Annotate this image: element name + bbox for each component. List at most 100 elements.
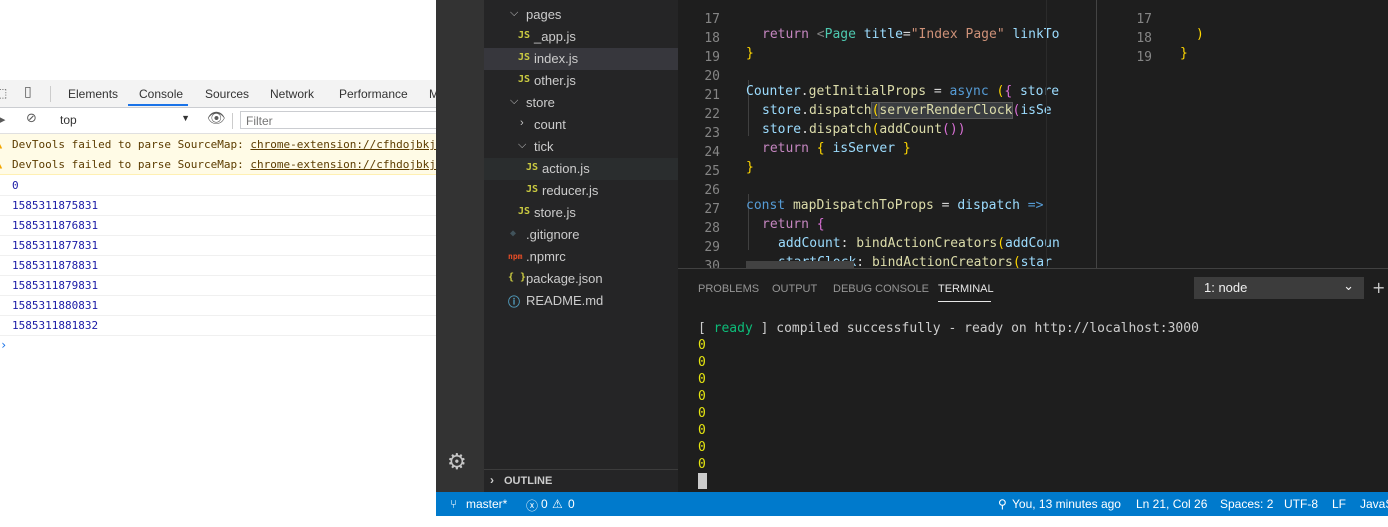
terminal-output-line: 0 <box>698 406 706 421</box>
tree-label: other.js <box>534 73 576 88</box>
tree-folder-tick[interactable]: ⌵ tick <box>484 136 678 158</box>
chevron-down-icon: ⌄ <box>1343 278 1354 293</box>
tree-file-reducer[interactable]: JS reducer.js <box>484 180 678 202</box>
gear-icon[interactable]: ⚙ <box>447 450 467 475</box>
tree-folder-pages[interactable]: ⌵ pages <box>484 4 678 26</box>
terminal-output-line: 0 <box>698 338 706 353</box>
code-line: 23 return { isServer } <box>678 111 1388 156</box>
cursor-position[interactable]: Ln 21, Col 26 <box>1136 497 1207 511</box>
console-log-row: 1585311879831 <box>0 275 436 296</box>
code-line: 18 } <box>1118 16 1388 61</box>
language-mode[interactable]: JavaS <box>1360 497 1388 511</box>
tree-file-action[interactable]: JS action.js <box>484 158 678 180</box>
terminal-cursor[interactable] <box>698 473 707 489</box>
tab-console[interactable]: Console <box>139 87 183 101</box>
tab-sources[interactable]: Sources <box>205 87 249 101</box>
error-count[interactable]: 0 <box>541 497 548 511</box>
inspect-element-icon[interactable]: ⬚ <box>0 87 7 99</box>
context-selector[interactable]: top ▼ <box>54 112 194 129</box>
tree-file-other[interactable]: JS other.js <box>484 70 678 92</box>
tab-terminal[interactable]: TERMINAL <box>938 283 994 295</box>
caret-down-icon: ▼ <box>181 113 190 123</box>
tree-label: reducer.js <box>542 183 599 198</box>
encoding[interactable]: UTF-8 <box>1284 497 1318 511</box>
tree-label: action.js <box>542 161 590 176</box>
tab-problems[interactable]: PROBLEMS <box>698 283 759 295</box>
javascript-file-icon: JS <box>518 30 531 41</box>
console-warning: ▲ DevTools failed to parse SourceMap: ch… <box>0 134 436 155</box>
indentation[interactable]: Spaces: 2 <box>1220 497 1273 511</box>
tree-label: store.js <box>534 205 576 220</box>
line-ending[interactable]: LF <box>1332 497 1346 511</box>
console-log-row: 1585311877831 <box>0 235 436 256</box>
code-line: 27 return { <box>678 187 1388 232</box>
warning-icon: ▲ <box>0 137 2 151</box>
terminal-output-line: 0 <box>698 423 706 438</box>
javascript-file-icon: JS <box>518 206 531 217</box>
devtools-panel: ⬚ ▯ Elements Console Sources Network Per… <box>0 0 436 527</box>
tab-elements[interactable]: Elements <box>68 87 118 101</box>
terminal-select-value: 1: node <box>1204 280 1248 295</box>
tree-file-npmrc[interactable]: npm .npmrc <box>484 246 678 268</box>
tab-memory[interactable]: M <box>429 87 436 101</box>
tree-file-readme[interactable]: ⓘ README.md <box>484 290 678 312</box>
code-editor[interactable]: 17 return <Page title="Index Page" linkT… <box>678 0 1388 268</box>
terminal-output-line: 0 <box>698 440 706 455</box>
log-value: 1585311881832 <box>12 319 99 332</box>
outline-section[interactable]: › OUTLINE <box>484 469 678 493</box>
horizontal-scrollbar[interactable] <box>746 261 854 268</box>
tree-file-store[interactable]: JS store.js <box>484 202 678 224</box>
tab-network[interactable]: Network <box>270 87 314 101</box>
code-line: 26 const mapDispatchToProps = dispatch =… <box>678 168 1388 213</box>
clear-console-icon[interactable]: ⊘ <box>26 112 37 125</box>
npm-file-icon: npm <box>508 252 523 261</box>
chevron-down-icon: ⌵ <box>518 139 527 151</box>
console-log-row: 0 <box>0 175 436 196</box>
toolbar-divider <box>50 86 51 102</box>
javascript-file-icon: JS <box>518 74 531 85</box>
warning-count[interactable]: 0 <box>568 497 575 511</box>
terminal-output-line: 0 <box>698 355 706 370</box>
line-number: 19 <box>1136 50 1152 65</box>
javascript-file-icon: JS <box>518 52 531 63</box>
git-branch-icon: ⑂ <box>450 497 458 511</box>
tree-file-package[interactable]: { } package.json <box>484 268 678 290</box>
log-value: 1585311880831 <box>12 299 99 312</box>
console-prompt[interactable]: › <box>0 338 7 352</box>
git-branch[interactable]: master* <box>466 497 507 511</box>
device-toolbar-icon[interactable]: ▯ <box>24 85 32 99</box>
log-value: 1585311877831 <box>12 239 99 252</box>
tree-file-app[interactable]: JS _app.js <box>484 26 678 48</box>
tree-folder-store[interactable]: ⌵ store <box>484 92 678 114</box>
show-drawer-icon[interactable]: ▶ <box>0 114 5 126</box>
warning-text: DevTools failed to parse SourceMap: <box>12 138 251 151</box>
eye-icon[interactable]: 👁 <box>207 111 226 126</box>
warning-link[interactable]: chrome-extension://cfhdojbkjh <box>250 138 436 151</box>
terminal-selector[interactable]: 1: node ⌄ <box>1194 277 1364 299</box>
tab-performance[interactable]: Performance <box>339 87 408 101</box>
info-file-icon: ⓘ <box>508 295 521 309</box>
chevron-right-icon: › <box>520 117 524 129</box>
filter-input[interactable] <box>240 111 436 129</box>
terminal-text: ready <box>713 321 753 336</box>
git-blame[interactable]: You, 13 minutes ago <box>1012 497 1121 511</box>
editor-group-divider[interactable] <box>1096 0 1097 268</box>
warning-link[interactable]: chrome-extension://cfhdojbkjh <box>250 158 436 171</box>
tab-debug-console[interactable]: DEBUG CONSOLE <box>833 283 929 295</box>
explorer-sidebar: ⌵ pages JS _app.js JS index.js JS other.… <box>484 0 678 492</box>
console-log-row: 1585311876831 <box>0 215 436 236</box>
tree-folder-count[interactable]: › count <box>484 114 678 136</box>
toolbar-divider <box>232 113 233 129</box>
git-commit-icon: ⚲ <box>998 497 1007 511</box>
tree-file-gitignore[interactable]: ◆ .gitignore <box>484 224 678 246</box>
add-terminal-icon[interactable]: + <box>1372 278 1385 297</box>
code-line: 20 Counter.getInitialProps = async ({ st… <box>678 54 1388 99</box>
javascript-file-icon: JS <box>526 184 539 195</box>
chevron-down-icon: ⌵ <box>510 7 519 19</box>
terminal-ready-line: [ ready ] compiled successfully - ready … <box>698 321 1199 336</box>
outline-label: OUTLINE <box>504 475 553 487</box>
tree-file-index[interactable]: JS index.js <box>484 48 678 70</box>
tab-output[interactable]: OUTPUT <box>772 283 817 295</box>
code-line: 24 } <box>678 130 1388 175</box>
log-value: 1585311876831 <box>12 219 99 232</box>
